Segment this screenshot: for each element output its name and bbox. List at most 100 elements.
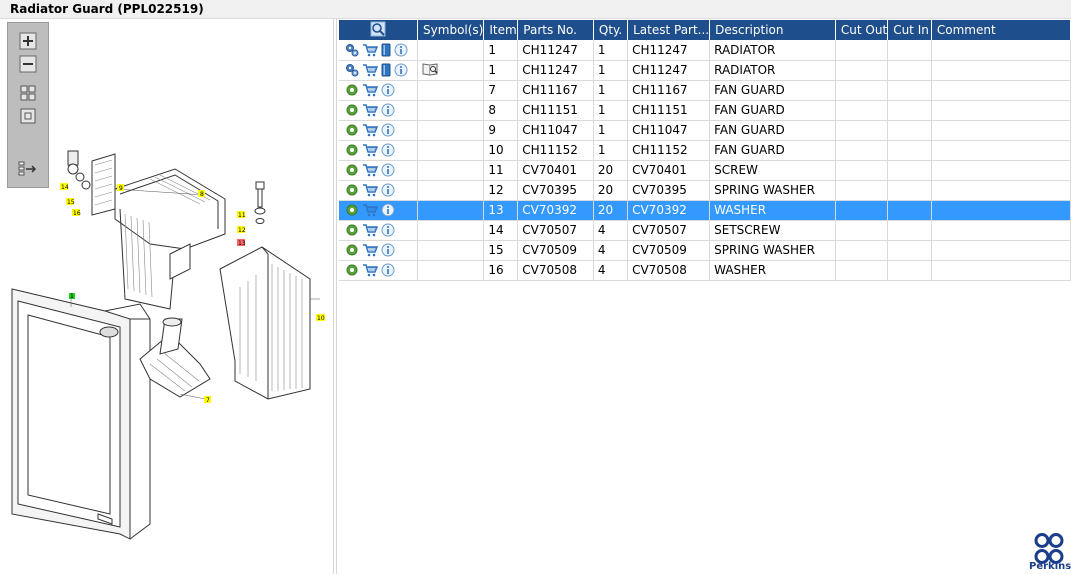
column-header-actions[interactable]: [339, 20, 419, 40]
item-cell: 16: [483, 260, 519, 281]
column-header-part-no[interactable]: Parts No.: [517, 20, 594, 40]
part-number-cell: CH11167: [517, 80, 594, 101]
gear-icon[interactable]: [345, 103, 359, 117]
table-row[interactable]: 10 CH11152 1 CH11152 FAN GUARD: [339, 140, 1071, 161]
gear-icon[interactable]: [345, 243, 359, 257]
gear-icon[interactable]: [345, 263, 359, 277]
fit-all-button[interactable]: [17, 83, 39, 103]
info-icon[interactable]: [381, 163, 395, 177]
cut-out-cell: [835, 100, 889, 121]
table-row[interactable]: 15 CV70509 4 CV70509 SPRING WASHER: [339, 240, 1071, 261]
table-row[interactable]: 7 CH11167 1 CH11167 FAN GUARD: [339, 80, 1071, 101]
zoom-in-button[interactable]: [17, 31, 39, 51]
info-icon[interactable]: [381, 143, 395, 157]
column-header-comment[interactable]: Comment: [931, 20, 1071, 40]
qty-cell: 1: [593, 140, 629, 161]
cart-icon[interactable]: [362, 243, 378, 257]
symbol-cell: [417, 80, 485, 101]
zoom-out-button[interactable]: [17, 54, 39, 74]
row-actions-cell: [339, 160, 419, 181]
gear-icon[interactable]: [345, 223, 359, 237]
cart-icon[interactable]: [362, 183, 378, 197]
cart-icon[interactable]: [362, 83, 378, 97]
cart-icon[interactable]: [362, 63, 378, 77]
window-title: Radiator Guard (PPL022519): [10, 2, 204, 16]
part-number-cell: CV70507: [517, 220, 594, 241]
symbol-cell: [417, 140, 485, 161]
column-header-description[interactable]: Description: [709, 20, 836, 40]
qty-cell: 1: [593, 100, 629, 121]
cart-icon[interactable]: [362, 163, 378, 177]
item-cell: 11: [483, 160, 519, 181]
info-icon[interactable]: [394, 63, 408, 77]
table-row[interactable]: 8 CH11151 1 CH11151 FAN GUARD: [339, 100, 1071, 121]
description-cell: WASHER: [709, 260, 836, 281]
illustration-pane[interactable]: 14 15 16 9 8 11 12 13 10 1 7: [0, 19, 334, 574]
info-icon[interactable]: [394, 43, 408, 57]
cart-icon[interactable]: [362, 203, 378, 217]
book-icon[interactable]: [381, 63, 391, 77]
qty-cell: 1: [593, 40, 629, 61]
cut-in-cell: [887, 220, 932, 241]
info-icon[interactable]: [381, 203, 395, 217]
column-header-latest-part[interactable]: Latest Part...: [627, 20, 711, 40]
cut-out-cell: [835, 200, 889, 221]
table-row[interactable]: 14 CV70507 4 CV70507 SETSCREW: [339, 220, 1071, 241]
export-button[interactable]: [17, 159, 39, 179]
square-icon: [20, 108, 36, 124]
row-actions-cell: [339, 140, 419, 161]
cut-out-cell: [835, 40, 889, 61]
gear-icon[interactable]: [345, 83, 359, 97]
cart-icon[interactable]: [362, 43, 378, 57]
column-header-cut-in[interactable]: Cut In: [887, 20, 932, 40]
cart-icon[interactable]: [362, 123, 378, 137]
minus-box-icon: [19, 55, 37, 73]
table-row[interactable]: 1 CH11247 1 CH11247 RADIATOR: [339, 40, 1071, 61]
info-icon[interactable]: [381, 103, 395, 117]
cart-icon[interactable]: [362, 223, 378, 237]
qty-cell: 4: [593, 220, 629, 241]
cart-icon[interactable]: [362, 263, 378, 277]
column-header-cut-out[interactable]: Cut Out: [835, 20, 889, 40]
part-number-cell: CH11247: [517, 40, 594, 61]
info-icon[interactable]: [381, 263, 395, 277]
column-header-item[interactable]: Item: [483, 20, 519, 40]
gears-icon[interactable]: [345, 63, 359, 77]
cut-in-cell: [887, 40, 932, 61]
item-cell: 9: [483, 120, 519, 141]
column-header-qty[interactable]: Qty.: [593, 20, 629, 40]
table-row[interactable]: 12 CV70395 20 CV70395 SPRING WASHER: [339, 180, 1071, 201]
title-bar: Radiator Guard (PPL022519): [0, 0, 1071, 19]
info-icon[interactable]: [381, 83, 395, 97]
description-cell: FAN GUARD: [709, 120, 836, 141]
gears-icon[interactable]: [345, 43, 359, 57]
table-row[interactable]: 13 CV70392 20 CV70392 WASHER: [339, 200, 1071, 221]
gear-icon[interactable]: [345, 123, 359, 137]
item-cell: 12: [483, 180, 519, 201]
table-row[interactable]: 16 CV70508 4 CV70508 WASHER: [339, 260, 1071, 281]
cart-icon[interactable]: [362, 103, 378, 117]
table-row[interactable]: 11 CV70401 20 CV70401 SCREW: [339, 160, 1071, 181]
latest-part-cell: CH11152: [627, 140, 711, 161]
item-cell: 1: [483, 60, 519, 81]
column-header-symbols[interactable]: Symbol(s): [417, 20, 485, 40]
book-icon[interactable]: [381, 43, 391, 57]
viewer-toolbar: [7, 22, 49, 188]
cart-icon[interactable]: [362, 143, 378, 157]
info-icon[interactable]: [381, 223, 395, 237]
info-icon[interactable]: [381, 123, 395, 137]
gear-icon[interactable]: [345, 203, 359, 217]
gear-icon[interactable]: [345, 143, 359, 157]
book-magnifier-icon[interactable]: [422, 62, 440, 76]
row-actions-cell: [339, 80, 419, 101]
fit-window-button[interactable]: [17, 106, 39, 126]
parts-diagram[interactable]: 14 15 16 9 8 11 12 13 10 1 7: [0, 19, 334, 574]
table-row[interactable]: 1 CH11247 1 CH11247 RADIATOR: [339, 60, 1071, 81]
table-row[interactable]: 9 CH11047 1 CH11047 FAN GUARD: [339, 120, 1071, 141]
info-icon[interactable]: [381, 183, 395, 197]
latest-part-cell: CH11047: [627, 120, 711, 141]
gear-icon[interactable]: [345, 163, 359, 177]
info-icon[interactable]: [381, 243, 395, 257]
description-cell: SETSCREW: [709, 220, 836, 241]
gear-icon[interactable]: [345, 183, 359, 197]
